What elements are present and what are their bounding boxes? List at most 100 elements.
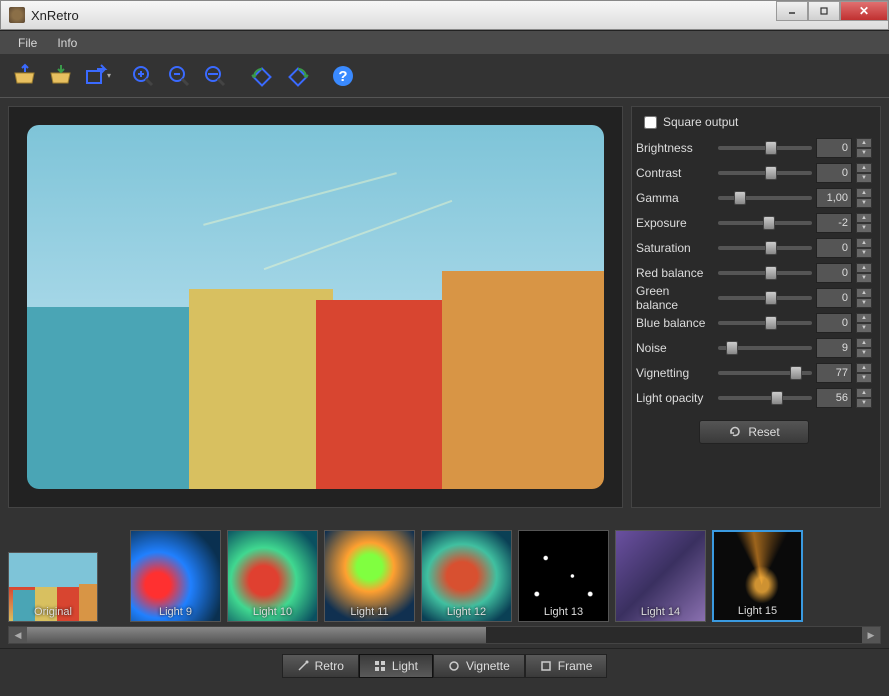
slider-track[interactable]: [718, 321, 812, 325]
spin-down[interactable]: ▼: [856, 298, 872, 308]
help-button[interactable]: ?: [326, 59, 360, 93]
slider-track[interactable]: [718, 346, 812, 350]
spin-up[interactable]: ▲: [856, 363, 872, 373]
scroll-left-button[interactable]: ◀: [9, 627, 27, 643]
filmstrip-area: Original Light 9Light 10Light 11Light 12…: [0, 516, 889, 648]
thumb-light-12[interactable]: Light 12: [421, 530, 512, 622]
square-output-checkbox[interactable]: [644, 116, 657, 129]
slider-track[interactable]: [718, 146, 812, 150]
slider-label: Contrast: [636, 166, 714, 180]
slider-thumb[interactable]: [765, 241, 777, 255]
slider-thumb[interactable]: [790, 366, 802, 380]
thumb-original-label: Original: [34, 606, 72, 621]
slider-thumb[interactable]: [771, 391, 783, 405]
slider-value[interactable]: 0: [816, 313, 852, 333]
thumb-light-13[interactable]: Light 13: [518, 530, 609, 622]
slider-track[interactable]: [718, 396, 812, 400]
slider-thumb[interactable]: [765, 141, 777, 155]
rotate-right-button[interactable]: [280, 59, 314, 93]
thumb-original[interactable]: Original: [8, 552, 98, 622]
maximize-button[interactable]: [808, 1, 840, 21]
slider-value[interactable]: 0: [816, 288, 852, 308]
spin-down[interactable]: ▼: [856, 248, 872, 258]
slider-label: Brightness: [636, 141, 714, 155]
tab-light[interactable]: Light: [359, 654, 433, 678]
spin-up[interactable]: ▲: [856, 338, 872, 348]
menu-file[interactable]: File: [8, 33, 47, 53]
slider-thumb[interactable]: [765, 316, 777, 330]
spin-up[interactable]: ▲: [856, 388, 872, 398]
slider-value[interactable]: 1,00: [816, 188, 852, 208]
spinner: ▲▼: [856, 288, 872, 308]
spin-down[interactable]: ▼: [856, 148, 872, 158]
spin-up[interactable]: ▲: [856, 263, 872, 273]
spin-up[interactable]: ▲: [856, 138, 872, 148]
spin-up[interactable]: ▲: [856, 313, 872, 323]
spinner: ▲▼: [856, 163, 872, 183]
spin-down[interactable]: ▼: [856, 198, 872, 208]
spin-down[interactable]: ▼: [856, 373, 872, 383]
tab-vignette[interactable]: Vignette: [433, 654, 525, 678]
scroll-right-button[interactable]: ▶: [862, 627, 880, 643]
slider-track[interactable]: [718, 371, 812, 375]
save-button[interactable]: [44, 59, 78, 93]
slider-track[interactable]: [718, 296, 812, 300]
slider-value[interactable]: 56: [816, 388, 852, 408]
spin-up[interactable]: ▲: [856, 213, 872, 223]
spin-down[interactable]: ▼: [856, 273, 872, 283]
spinner: ▲▼: [856, 213, 872, 233]
spin-up[interactable]: ▲: [856, 288, 872, 298]
rotate-left-button[interactable]: [244, 59, 278, 93]
slider-label: Exposure: [636, 216, 714, 230]
slider-value[interactable]: 0: [816, 138, 852, 158]
thumb-light-9[interactable]: Light 9: [130, 530, 221, 622]
slider-thumb[interactable]: [734, 191, 746, 205]
slider-thumb[interactable]: [765, 266, 777, 280]
slider-value[interactable]: 77: [816, 363, 852, 383]
slider-thumb[interactable]: [763, 216, 775, 230]
zoom-fit-button[interactable]: [198, 59, 232, 93]
spinner: ▲▼: [856, 238, 872, 258]
tab-frame[interactable]: Frame: [525, 654, 608, 678]
spin-up[interactable]: ▲: [856, 238, 872, 248]
slider-track[interactable]: [718, 196, 812, 200]
slider-value[interactable]: 0: [816, 263, 852, 283]
slider-track[interactable]: [718, 221, 812, 225]
slider-track[interactable]: [718, 171, 812, 175]
slider-thumb[interactable]: [765, 166, 777, 180]
spin-down[interactable]: ▼: [856, 173, 872, 183]
tab-retro[interactable]: Retro: [282, 654, 359, 678]
thumb-light-11[interactable]: Light 11: [324, 530, 415, 622]
close-button[interactable]: ✕: [840, 1, 888, 21]
spin-down[interactable]: ▼: [856, 348, 872, 358]
slider-track[interactable]: [718, 271, 812, 275]
slider-value[interactable]: 0: [816, 163, 852, 183]
menu-info[interactable]: Info: [47, 33, 87, 53]
slider-track[interactable]: [718, 246, 812, 250]
thumb-light-15[interactable]: Light 15: [712, 530, 803, 622]
slider-row-exposure: Exposure-2▲▼: [636, 210, 872, 235]
slider-value[interactable]: 0: [816, 238, 852, 258]
spin-down[interactable]: ▼: [856, 398, 872, 408]
scroll-thumb[interactable]: [27, 627, 486, 643]
grid-icon: [374, 660, 386, 672]
open-button[interactable]: [8, 59, 42, 93]
filmstrip-scrollbar[interactable]: ◀ ▶: [8, 626, 881, 644]
spin-up[interactable]: ▲: [856, 163, 872, 173]
spin-up[interactable]: ▲: [856, 188, 872, 198]
spin-down[interactable]: ▼: [856, 223, 872, 233]
slider-row-green-balance: Green balance0▲▼: [636, 285, 872, 310]
slider-thumb[interactable]: [765, 291, 777, 305]
reset-button[interactable]: Reset: [699, 420, 809, 444]
slider-value[interactable]: -2: [816, 213, 852, 233]
zoom-in-button[interactable]: [126, 59, 160, 93]
minimize-button[interactable]: [776, 1, 808, 21]
share-button[interactable]: ▾: [80, 59, 114, 93]
spin-down[interactable]: ▼: [856, 323, 872, 333]
scroll-track[interactable]: [27, 627, 862, 643]
thumb-light-14[interactable]: Light 14: [615, 530, 706, 622]
zoom-out-button[interactable]: [162, 59, 196, 93]
slider-thumb[interactable]: [726, 341, 738, 355]
slider-value[interactable]: 9: [816, 338, 852, 358]
thumb-light-10[interactable]: Light 10: [227, 530, 318, 622]
